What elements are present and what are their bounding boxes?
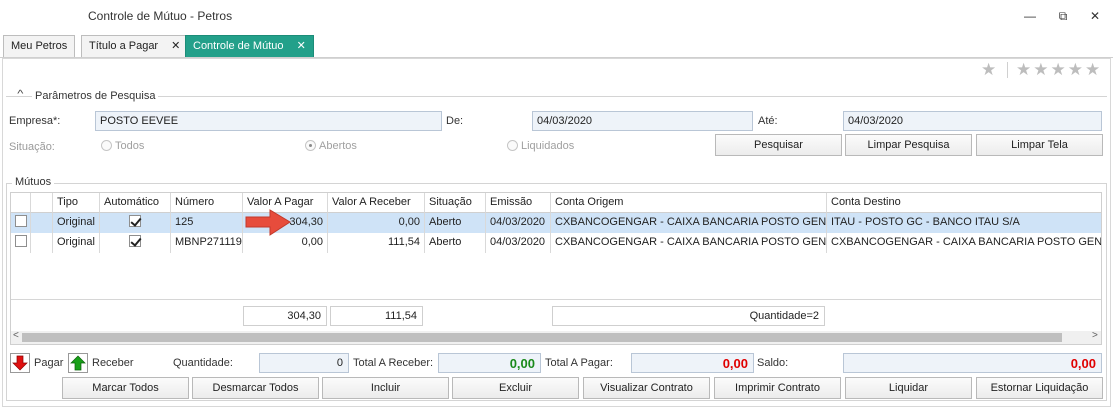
- arrow-up-green-icon: [68, 353, 88, 373]
- mutuos-group-title: Mútuos: [12, 176, 55, 188]
- footer-quantidade: Quantidade=2: [552, 306, 825, 326]
- row-select-checkbox[interactable]: [15, 215, 27, 227]
- header-spacer: [31, 193, 53, 213]
- cell-tipo: Original: [53, 213, 100, 233]
- header-automatico[interactable]: Automático: [100, 193, 171, 213]
- desmarcar-todos-button[interactable]: Desmarcar Todos: [192, 377, 319, 399]
- cell-situacao: Aberto: [425, 213, 486, 233]
- close-window-button[interactable]: ✕: [1080, 6, 1110, 26]
- scrollbar-thumb[interactable]: [22, 333, 1062, 342]
- footer-total-pagar: 304,30: [243, 306, 327, 326]
- row-select-cell[interactable]: [11, 233, 31, 253]
- total-pagar-value: 0,00: [631, 353, 754, 373]
- quantidade-value: 0: [259, 353, 349, 373]
- visualizar-contrato-button[interactable]: Visualizar Contrato: [583, 377, 710, 399]
- radio-todos[interactable]: Todos: [101, 140, 144, 152]
- liquidar-button[interactable]: Liquidar: [845, 377, 972, 399]
- de-label: De:: [446, 115, 464, 127]
- header-conta-origem[interactable]: Conta Origem: [551, 193, 827, 213]
- close-icon[interactable]: ✕: [171, 36, 180, 56]
- cell-emissao: 04/03/2020: [486, 213, 551, 233]
- cell-conta-origem: CXBANCOGENGAR - CAIXA BANCARIA POSTO GEN…: [551, 233, 827, 253]
- header-conta-destino[interactable]: Conta Destino: [827, 193, 1101, 213]
- excluir-button[interactable]: Excluir: [452, 377, 579, 399]
- header-emissao[interactable]: Emissão: [486, 193, 551, 213]
- header-situacao[interactable]: Situação: [425, 193, 486, 213]
- footer-total-receber: 111,54: [330, 306, 423, 326]
- limpar-tela-button[interactable]: Limpar Tela: [976, 134, 1103, 156]
- imprimir-contrato-button[interactable]: Imprimir Contrato: [714, 377, 841, 399]
- row-select-checkbox[interactable]: [15, 235, 27, 247]
- radio-icon: [507, 140, 518, 151]
- saldo-label: Saldo:: [757, 357, 789, 369]
- row-spacer: [31, 233, 53, 253]
- header-valor-receber[interactable]: Valor A Receber: [328, 193, 425, 213]
- cell-automatico: [100, 233, 171, 253]
- cell-situacao: Aberto: [425, 233, 486, 253]
- tab-titulo-a-pagar[interactable]: Título a Pagar ✕: [81, 35, 189, 57]
- pesquisar-button[interactable]: Pesquisar: [715, 134, 842, 156]
- arrow-down-red-icon: [10, 353, 30, 373]
- cell-emissao: 04/03/2020: [486, 233, 551, 253]
- scroll-left-arrow-icon[interactable]: <: [13, 330, 19, 341]
- grid-footer-divider: [11, 299, 1101, 300]
- window-title: Controle de Mútuo - Petros: [88, 9, 233, 23]
- cell-automatico: [100, 213, 171, 233]
- radio-icon: [101, 140, 112, 151]
- ate-date-field[interactable]: 04/03/2020: [843, 111, 1102, 131]
- legend-pagar: Pagar: [34, 357, 64, 369]
- cell-conta-destino: ITAU - POSTO GC - BANCO ITAU S/A: [831, 216, 1020, 228]
- tab-label: Meu Petros: [11, 40, 68, 52]
- situacao-label: Situação:: [9, 141, 55, 153]
- radio-label: Todos: [115, 140, 145, 152]
- quantidade-label: Quantidade:: [173, 357, 233, 369]
- search-group-title: Parâmetros de Pesquisa: [32, 90, 159, 102]
- radio-label: Abertos: [319, 140, 357, 152]
- tab-label: Título a Pagar: [89, 40, 159, 52]
- marcar-todos-button[interactable]: Marcar Todos: [62, 377, 189, 399]
- restore-button[interactable]: ⧉: [1048, 6, 1078, 26]
- close-icon[interactable]: ✕: [297, 36, 306, 56]
- cell-valor-receber: 111,54: [328, 233, 425, 253]
- tab-label: Controle de Mútuo: [193, 40, 284, 52]
- total-receber-value: 0,00: [438, 353, 541, 373]
- total-receber-label: Total A Receber:: [353, 357, 434, 369]
- total-pagar-label: Total A Pagar:: [545, 357, 613, 369]
- automatico-checkbox: [129, 215, 141, 227]
- cell-tipo: Original: [53, 233, 100, 253]
- automatico-checkbox: [129, 235, 141, 247]
- estornar-liquidacao-button[interactable]: Estornar Liquidação: [976, 377, 1103, 399]
- pointer-arrow-icon: [245, 209, 291, 236]
- empresa-field[interactable]: POSTO EEVEE: [95, 111, 442, 131]
- de-date-field[interactable]: 04/03/2020: [532, 111, 753, 131]
- header-tipo[interactable]: Tipo: [53, 193, 100, 213]
- header-numero[interactable]: Número: [171, 193, 243, 213]
- cell-numero: MBNP271119: [171, 233, 243, 253]
- radio-liquidados[interactable]: Liquidados: [507, 140, 574, 152]
- scroll-right-arrow-icon[interactable]: >: [1092, 330, 1098, 341]
- ate-label: Até:: [758, 115, 778, 127]
- legend-receber: Receber: [92, 357, 134, 369]
- empresa-label: Empresa*:: [9, 115, 61, 127]
- incluir-button[interactable]: Incluir: [322, 377, 449, 399]
- divider: [1007, 62, 1008, 78]
- rating-stars[interactable]: ★★★★★: [1016, 60, 1102, 80]
- radio-label: Liquidados: [521, 140, 575, 152]
- minimize-button[interactable]: —: [1015, 6, 1045, 26]
- header-select: [11, 193, 31, 213]
- saldo-value: 0,00: [843, 353, 1102, 373]
- radio-selected-icon: [305, 140, 316, 151]
- tab-controle-de-mutuo[interactable]: Controle de Mútuo ✕: [185, 35, 314, 57]
- cell-numero: 125: [171, 213, 243, 233]
- collapse-chevron-icon[interactable]: ^: [17, 89, 23, 100]
- row-select-cell[interactable]: [11, 213, 31, 233]
- cell-valor-receber: 0,00: [328, 213, 425, 233]
- row-spacer: [31, 213, 53, 233]
- radio-abertos[interactable]: Abertos: [305, 140, 357, 152]
- favorite-star-icon[interactable]: ★: [981, 60, 998, 80]
- limpar-pesquisa-button[interactable]: Limpar Pesquisa: [845, 134, 972, 156]
- cell-conta-destino: CXBANCOGENGAR - CAIXA BANCARIA POSTO GEN…: [831, 236, 1101, 248]
- cell-conta-origem: CXBANCOGENGAR - CAIXA BANCARIA POSTO GEN…: [551, 213, 827, 233]
- tab-meu-petros[interactable]: Meu Petros: [3, 35, 76, 57]
